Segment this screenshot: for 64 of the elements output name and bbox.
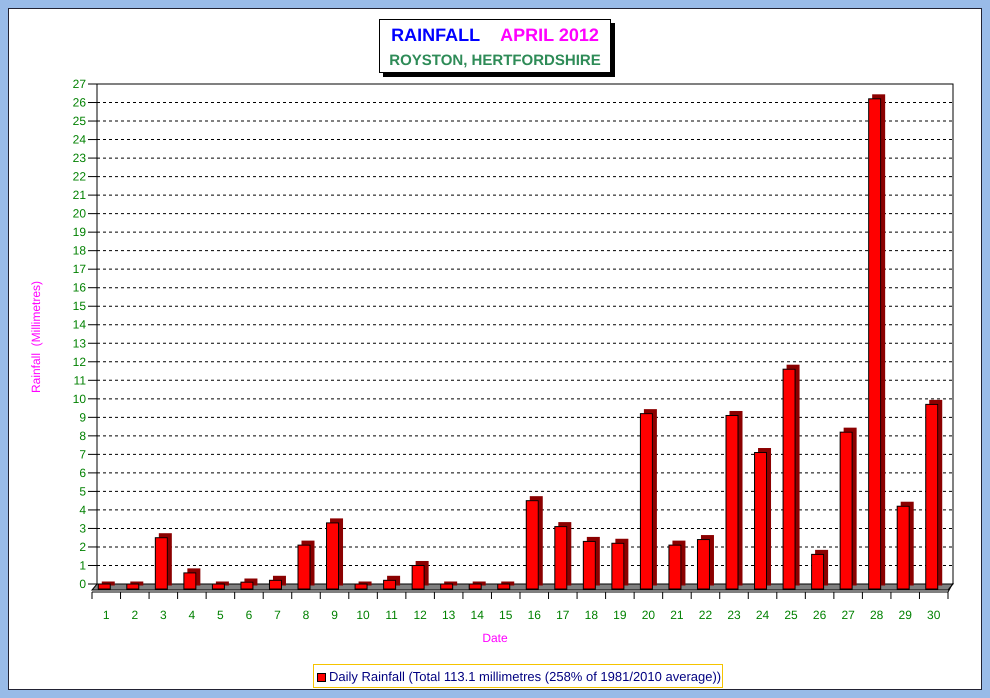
y-tick-label: 25	[72, 114, 86, 128]
x-tick-label: 13	[442, 608, 456, 622]
x-tick-label: 22	[698, 608, 712, 622]
y-tick-label: 23	[72, 151, 86, 166]
y-tick-label: 6	[79, 466, 86, 480]
x-tick-label: 17	[556, 608, 570, 622]
x-tick-label: 4	[188, 608, 196, 622]
y-tick-label: 4	[79, 502, 86, 517]
y-tick-label: 12	[72, 354, 86, 369]
y-tick-label: 14	[72, 318, 86, 332]
y-tick-label: 22	[72, 170, 86, 184]
x-tick-label: 16	[528, 608, 541, 622]
x-tick-label: 24	[756, 608, 770, 622]
x-tick-label: 26	[812, 608, 826, 622]
y-tick-label: 24	[72, 132, 86, 147]
chart-location: ROYSTON, HERTFORDSHIRE	[389, 52, 601, 69]
x-tick-label: 6	[246, 608, 252, 622]
x-tick-label: 21	[670, 608, 684, 622]
y-tick-label: 9	[79, 410, 86, 424]
y-tick-label: 11	[74, 373, 86, 388]
x-tick-label: 1	[102, 608, 110, 622]
y-tick-label: 17	[72, 262, 86, 276]
x-tick-label: 25	[784, 608, 798, 622]
x-tick-label: 27	[841, 608, 855, 622]
x-tick-label: 3	[160, 608, 167, 622]
y-tick-label: 8	[79, 428, 86, 443]
x-tick-label: 2	[131, 608, 138, 622]
chart-title: RAINFALL	[391, 25, 480, 45]
y-tick-label: 26	[72, 96, 86, 110]
x-tick-label: 15	[499, 608, 512, 622]
x-tick-label: 11	[385, 608, 398, 622]
y-tick-label: 7	[79, 447, 86, 462]
x-tick-label: 8	[302, 608, 310, 622]
x-tick-label: 12	[413, 608, 427, 622]
x-tick-label: 7	[274, 608, 281, 622]
y-tick-label: 13	[72, 336, 86, 350]
y-tick-label: 3	[79, 521, 86, 536]
y-tick-label: 18	[72, 244, 86, 258]
x-tick-label: 10	[356, 608, 370, 622]
x-tick-label: 23	[727, 608, 741, 622]
x-tick-label: 18	[584, 608, 598, 622]
y-tick-label: 0	[79, 577, 86, 591]
x-tick-label: 14	[470, 608, 484, 622]
y-tick-label: 21	[72, 188, 86, 202]
y-tick-label: 16	[72, 280, 86, 295]
x-tick-label: 19	[613, 608, 627, 622]
x-tick-label: 9	[331, 608, 338, 622]
y-tick-label: 10	[72, 392, 86, 406]
x-tick-label: 30	[927, 608, 940, 622]
y-tick-label: 27	[72, 77, 86, 91]
x-tick-label: 5	[217, 608, 224, 622]
y-tick-label: 5	[79, 484, 86, 498]
x-tick-label: 28	[870, 608, 884, 622]
x-tick-label: 29	[898, 608, 912, 622]
chart-period: APRIL 2012	[500, 25, 599, 45]
legend-label: Daily Rainfall (Total 113.1 millimetres (258% of 1981/2010 average))	[329, 669, 722, 684]
x-tick-label: 20	[642, 608, 656, 622]
y-tick-label: 1	[79, 558, 86, 572]
x-axis-title: Date	[482, 631, 508, 645]
y-tick-label: 15	[72, 299, 86, 314]
y-tick-label: 19	[72, 225, 86, 240]
y-tick-label: 2	[79, 540, 86, 554]
y-axis-title: Rainfall (Millimetres)	[29, 281, 43, 393]
y-tick-label: 20	[72, 206, 86, 221]
